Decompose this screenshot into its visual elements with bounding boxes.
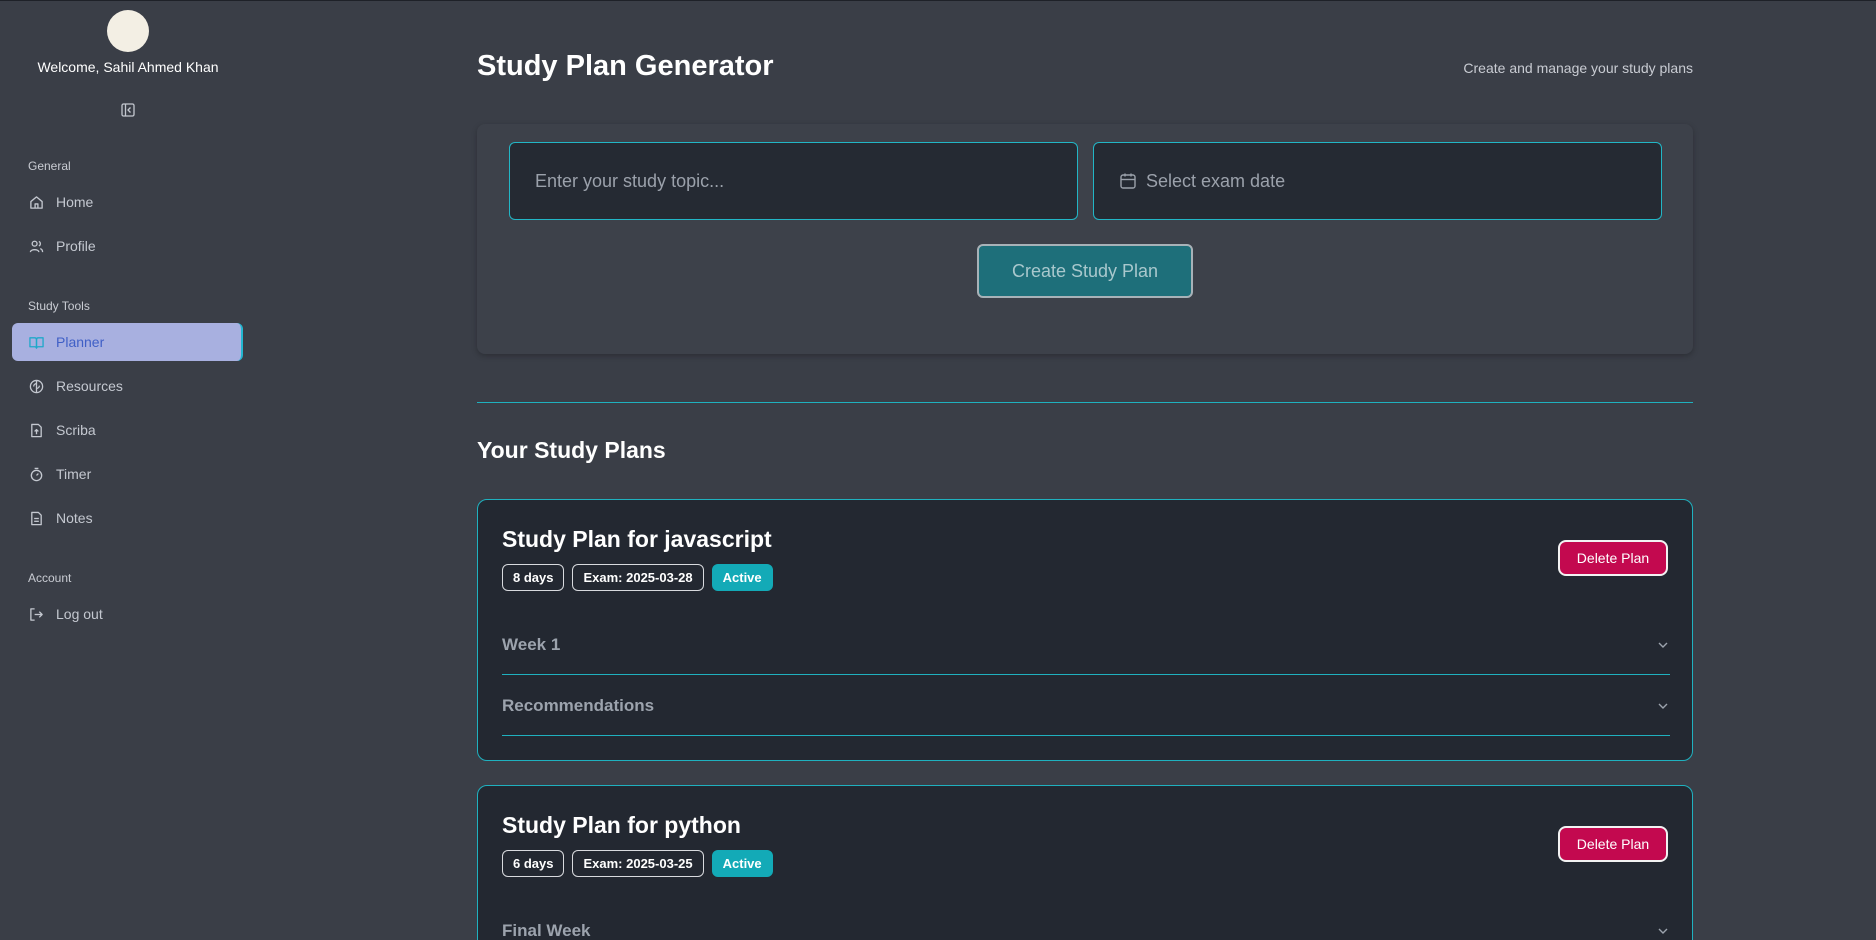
accordion-label: Recommendations [502,695,655,715]
exam-date-placeholder: Select exam date [1146,170,1286,191]
chevron-down-icon [1656,638,1670,652]
study-plans-heading: Your Study Plans [477,437,666,463]
plan-badges: 6 days Exam: 2025-03-25 Active [502,850,773,877]
avatar[interactable] [107,10,149,52]
duration-badge: 6 days [502,850,565,877]
accordion-label: Final Week [502,920,591,940]
file-upload-icon [28,422,44,438]
page-subtitle: Create and manage your study plans [1463,60,1693,76]
duration-badge: 8 days [502,564,565,591]
calendar-icon [1119,172,1137,190]
brain-icon [28,378,44,394]
section-label-general: General [28,159,71,173]
study-plan-card: Study Plan for python 6 days Exam: 2025-… [477,785,1693,940]
delete-plan-button[interactable]: Delete Plan [1558,540,1668,576]
sidebar-item-label: Timer [56,466,92,482]
sidebar-item-scriba[interactable]: Scriba [12,411,243,449]
chevron-down-icon [1656,924,1670,938]
top-border [0,0,1876,1]
sidebar-item-label: Log out [56,606,103,622]
accordion-week-1[interactable]: Week 1 [502,615,1670,675]
sidebar-item-log-out[interactable]: Log out [12,595,243,633]
accordion-label: Week 1 [502,634,561,654]
sidebar-item-timer[interactable]: Timer [12,455,243,493]
sidebar-item-label: Home [56,194,94,210]
plan-badges: 8 days Exam: 2025-03-28 Active [502,564,773,591]
sidebar: Welcome, Sahil Ahmed Khan General Home P… [0,0,256,940]
sidebar-item-profile[interactable]: Profile [12,227,243,265]
section-label-account: Account [28,571,72,585]
section-label-study-tools: Study Tools [28,299,90,313]
sidebar-item-resources[interactable]: Resources [12,367,243,405]
exam-date-picker[interactable]: Select exam date [1093,142,1662,220]
timer-icon [28,466,44,482]
users-icon [28,238,44,254]
exam-date-badge: Exam: 2025-03-28 [572,564,704,591]
sidebar-item-label: Scriba [56,422,96,438]
create-study-plan-button[interactable]: Create Study Plan [977,244,1193,298]
plan-title: Study Plan for javascript [502,526,772,552]
chevron-down-icon [1656,699,1670,713]
sidebar-item-label: Profile [56,238,96,254]
section-divider [477,402,1693,403]
topic-input[interactable] [535,170,1077,192]
file-text-icon [28,510,44,526]
sidebar-item-label: Resources [56,378,123,394]
accordion-recommendations[interactable]: Recommendations [502,676,1670,736]
sidebar-item-home[interactable]: Home [12,183,243,221]
topic-input-container [509,142,1078,220]
delete-plan-button[interactable]: Delete Plan [1558,826,1668,862]
status-badge: Active [711,850,773,877]
book-open-icon [28,334,44,350]
sidebar-item-notes[interactable]: Notes [12,499,243,537]
sidebar-item-label: Planner [56,334,105,350]
study-plan-card: Study Plan for javascript 8 days Exam: 2… [477,499,1693,761]
sidebar-item-label: Notes [56,510,93,526]
exam-date-badge: Exam: 2025-03-25 [572,850,704,877]
accordion-final-week[interactable]: Final Week [502,901,1670,940]
status-badge: Active [711,564,773,591]
log-out-icon [28,606,44,622]
page-title: Study Plan Generator [477,50,774,82]
sidebar-collapse-icon[interactable] [119,101,137,119]
sidebar-item-planner[interactable]: Planner [12,323,243,361]
welcome-text: Welcome, Sahil Ahmed Khan [37,59,219,75]
plan-title: Study Plan for python [502,812,741,838]
home-icon [28,194,44,210]
